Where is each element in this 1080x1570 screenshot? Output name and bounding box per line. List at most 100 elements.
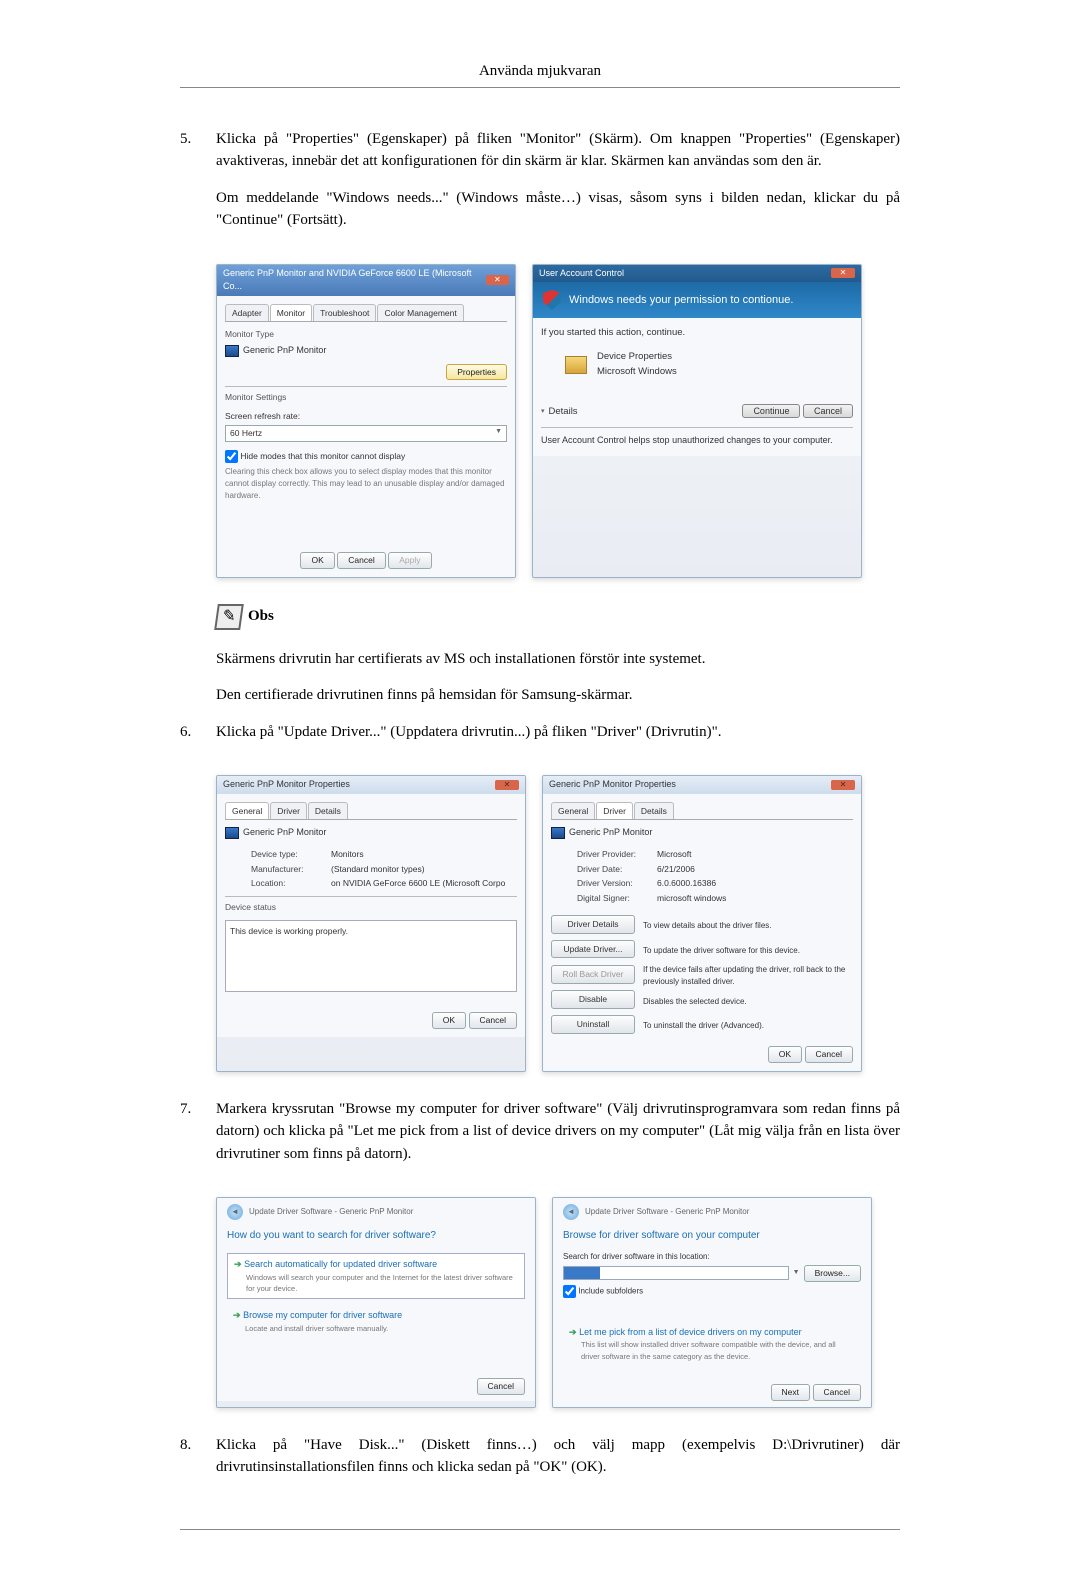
rollback-desc: If the device fails after updating the d…	[643, 964, 853, 988]
step-6: 6. Klicka på "Update Driver..." (Uppdate…	[180, 721, 900, 758]
ok-button[interactable]: OK	[300, 552, 334, 569]
search-location-label: Search for driver software in this locat…	[563, 1251, 861, 1263]
dialog-update2: ◄ Update Driver Software - Generic PnP M…	[552, 1197, 872, 1408]
step5-paragraph1: Klicka på "Properties" (Egenskaper) på f…	[216, 128, 900, 173]
tab-monitor[interactable]: Monitor	[270, 304, 312, 322]
program-icon	[565, 356, 587, 374]
option-auto-search[interactable]: ➔ Search automatically for updated drive…	[227, 1253, 525, 1299]
chevron-down-icon: ▼	[495, 427, 502, 440]
include-subfolders-checkbox[interactable]	[563, 1285, 576, 1298]
chevron-down-icon[interactable]: ▾	[541, 407, 545, 418]
ok-button[interactable]: OK	[768, 1046, 802, 1063]
uac-title: User Account Control	[539, 267, 624, 281]
refresh-rate-select[interactable]: 60 Hertz▼	[225, 425, 507, 442]
include-subfolders-label: Include subfolders	[578, 1286, 643, 1295]
monitor-icon	[225, 827, 239, 839]
close-icon[interactable]: ✕	[495, 780, 519, 790]
signer-label: Digital Signer:	[577, 892, 657, 905]
manufacturer-value: (Standard monitor types)	[331, 863, 425, 876]
update-driver-button[interactable]: Update Driver...	[551, 940, 635, 959]
step5-paragraph2: Om meddelande "Windows needs..." (Window…	[216, 187, 900, 232]
dialog-driver-tab: Generic PnP Monitor Properties ✕ General…	[542, 775, 862, 1072]
cancel-button[interactable]: Cancel	[469, 1012, 517, 1029]
signer-value: microsoft windows	[657, 892, 726, 905]
breadcrumb: Update Driver Software - Generic PnP Mon…	[585, 1206, 749, 1218]
uac-footer: User Account Control helps stop unauthor…	[541, 427, 853, 448]
option-browse[interactable]: ➔ Browse my computer for driver software…	[227, 1305, 525, 1338]
dialog-monitor-properties: Generic PnP Monitor and NVIDIA GeForce 6…	[216, 264, 516, 578]
hide-modes-label: Hide modes that this monitor cannot disp…	[240, 451, 405, 461]
arrow-icon: ➔	[234, 1259, 242, 1269]
location-value: on NVIDIA GeForce 6600 LE (Microsoft Cor…	[331, 877, 505, 890]
step-8: 8. Klicka på "Have Disk..." (Diskett fin…	[180, 1434, 900, 1493]
back-icon[interactable]: ◄	[227, 1204, 243, 1220]
tab-driver[interactable]: Driver	[270, 802, 307, 820]
breadcrumb: Update Driver Software - Generic PnP Mon…	[249, 1206, 413, 1218]
tab-adapter[interactable]: Adapter	[225, 304, 269, 322]
manufacturer-label: Manufacturer:	[251, 863, 331, 876]
step7-text: Markera kryssrutan "Browse my computer f…	[216, 1098, 900, 1166]
close-icon[interactable]: ✕	[486, 275, 509, 285]
dialog-title: Generic PnP Monitor Properties	[223, 778, 350, 792]
arrow-icon: ➔	[569, 1327, 577, 1337]
cancel-button[interactable]: Cancel	[337, 552, 385, 569]
next-button[interactable]: Next	[771, 1384, 810, 1401]
cancel-button[interactable]: Cancel	[813, 1384, 861, 1401]
device-type-label: Device type:	[251, 848, 331, 861]
note-text-2: Den certifierade drivrutinen finns på he…	[216, 684, 900, 707]
close-icon[interactable]: ✕	[831, 780, 855, 790]
continue-button[interactable]: Continue	[742, 404, 800, 418]
tab-color-management[interactable]: Color Management	[377, 304, 463, 322]
monitor-name: Generic PnP Monitor	[243, 345, 326, 355]
tab-troubleshoot[interactable]: Troubleshoot	[313, 304, 376, 322]
refresh-rate-label: Screen refresh rate:	[225, 410, 507, 423]
browse-button[interactable]: Browse...	[804, 1265, 861, 1282]
dialog-title: Generic PnP Monitor Properties	[549, 778, 676, 792]
step-number: 6.	[180, 721, 216, 758]
device-status-label: Device status	[225, 896, 517, 914]
path-combobox[interactable]	[563, 1266, 789, 1280]
driver-details-button[interactable]: Driver Details	[551, 915, 635, 934]
header-divider	[180, 87, 900, 88]
note-text-1: Skärmens drivrutin har certifierats av M…	[216, 648, 900, 671]
apply-button[interactable]: Apply	[388, 552, 431, 569]
hide-modes-checkbox[interactable]	[225, 450, 238, 463]
uac-message: Windows needs your permission to contion…	[569, 292, 793, 309]
cancel-button[interactable]: Cancel	[805, 1046, 853, 1063]
provider-label: Driver Provider:	[577, 848, 657, 861]
tab-driver[interactable]: Driver	[596, 802, 633, 820]
page-header: Använda mjukvaran	[180, 60, 900, 83]
cancel-button[interactable]: Cancel	[477, 1378, 525, 1395]
shield-icon	[543, 290, 561, 310]
tab-general[interactable]: General	[225, 802, 269, 820]
step-7: 7. Markera kryssrutan "Browse my compute…	[180, 1098, 900, 1180]
close-icon[interactable]: ✕	[831, 268, 855, 278]
tab-details[interactable]: Details	[308, 802, 348, 820]
provider-value: Microsoft	[657, 848, 691, 861]
ok-button[interactable]: OK	[432, 1012, 466, 1029]
monitor-settings-label: Monitor Settings	[225, 386, 507, 404]
disable-button[interactable]: Disable	[551, 990, 635, 1009]
hide-modes-desc: Clearing this check box allows you to se…	[225, 466, 507, 502]
device-status-box: This device is working properly.	[225, 920, 517, 992]
uninstall-button[interactable]: Uninstall	[551, 1015, 635, 1034]
uac-if-started: If you started this action, continue.	[541, 326, 853, 340]
step-number: 5.	[180, 128, 216, 246]
properties-button[interactable]: Properties	[446, 364, 507, 381]
uac-publisher: Microsoft Windows	[597, 365, 677, 379]
tab-details[interactable]: Details	[634, 802, 674, 820]
cancel-button[interactable]: Cancel	[803, 404, 853, 418]
uac-program: Device Properties	[597, 350, 677, 364]
back-icon[interactable]: ◄	[563, 1204, 579, 1220]
tab-general[interactable]: General	[551, 802, 595, 820]
chevron-down-icon[interactable]: ▼	[793, 1268, 800, 1279]
device-type-value: Monitors	[331, 848, 364, 861]
footer-divider	[180, 1529, 900, 1530]
monitor-type-label: Monitor Type	[225, 328, 507, 341]
rollback-button[interactable]: Roll Back Driver	[551, 965, 635, 984]
details-toggle[interactable]: Details	[549, 405, 578, 419]
date-label: Driver Date:	[577, 863, 657, 876]
dialog-update1: ◄ Update Driver Software - Generic PnP M…	[216, 1197, 536, 1408]
option-pick-list[interactable]: ➔ Let me pick from a list of device driv…	[563, 1322, 861, 1366]
step8-text: Klicka på "Have Disk..." (Diskett finns……	[216, 1434, 900, 1479]
